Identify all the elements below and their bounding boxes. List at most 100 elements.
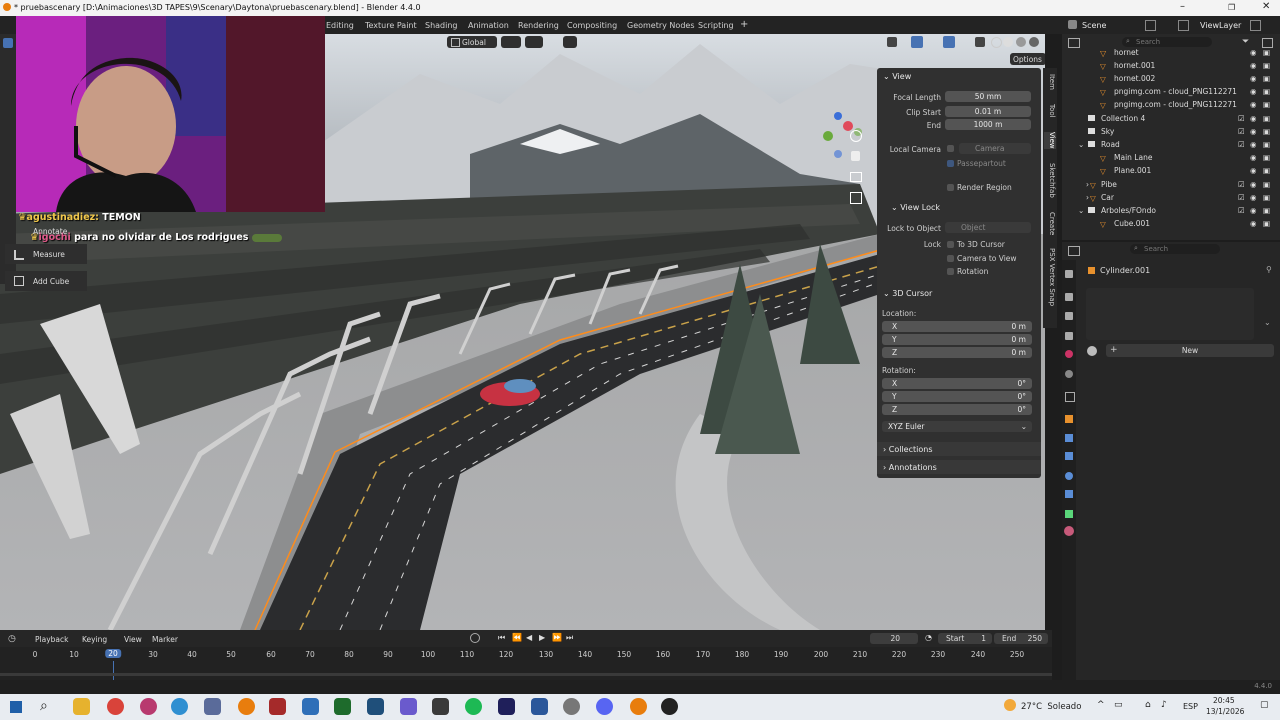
eye-icon[interactable]: ◉ xyxy=(1250,166,1257,175)
clock-date[interactable]: 13/1/2026 xyxy=(1206,707,1244,716)
clip-end-field[interactable]: 1000 m xyxy=(945,119,1031,130)
scene-name[interactable]: Scene xyxy=(1082,21,1106,30)
focal-length-field[interactable]: 50 mm xyxy=(945,91,1031,102)
file-explorer-icon[interactable] xyxy=(73,698,90,715)
tool-annotate[interactable]: Annotate xyxy=(5,221,87,241)
expand-icon[interactable]: ⌄ xyxy=(1078,206,1084,215)
end-frame-field[interactable]: End 250 xyxy=(994,633,1048,644)
word-icon[interactable] xyxy=(531,698,548,715)
camera-view-icon[interactable] xyxy=(850,172,862,182)
eye-icon[interactable]: ◉ xyxy=(1250,206,1257,215)
vim-icon[interactable] xyxy=(367,698,384,715)
unity-icon[interactable] xyxy=(432,698,449,715)
language-indicator[interactable]: ESP xyxy=(1183,702,1198,711)
tool-add-cube[interactable]: Add Cube xyxy=(5,271,87,291)
prev-keyframe-icon[interactable]: ⏪ xyxy=(512,633,522,642)
collection-tab-icon[interactable] xyxy=(1065,392,1075,402)
checkbox-icon[interactable]: ☑ xyxy=(1238,180,1245,189)
camera-icon[interactable]: ▣ xyxy=(1263,180,1270,189)
spotify-icon[interactable] xyxy=(465,698,482,715)
app-icon-2[interactable] xyxy=(400,698,417,715)
camera-to-view-checkbox[interactable] xyxy=(947,255,954,262)
camera-icon[interactable]: ▣ xyxy=(1263,153,1270,162)
checkbox-icon[interactable]: ☑ xyxy=(1238,114,1245,123)
camera-icon[interactable]: ▣ xyxy=(1263,100,1270,109)
current-frame-field[interactable]: 20 xyxy=(870,633,918,644)
reverse-play-icon[interactable]: ◀ xyxy=(526,633,532,642)
eye-icon[interactable]: ◉ xyxy=(1250,140,1257,149)
material-tab-icon[interactable] xyxy=(1064,526,1074,536)
outliner-row[interactable]: › ▽ Pibe ☑ ◉ ▣ xyxy=(1062,178,1280,191)
outliner-row[interactable]: Collection 4 ☑ ◉ ▣ xyxy=(1062,112,1280,125)
expand-icon[interactable]: › xyxy=(1086,180,1089,189)
tab-sketchfab[interactable]: Sketchfab xyxy=(1044,163,1056,198)
snap-dropdown[interactable] xyxy=(501,36,521,48)
close-icon[interactable]: ✕ xyxy=(1262,1,1270,12)
tab-compositing[interactable]: Compositing xyxy=(567,21,617,30)
new-material-button[interactable]: + New xyxy=(1106,344,1274,357)
camera-icon[interactable]: ▣ xyxy=(1263,127,1270,136)
camera-icon[interactable]: ▣ xyxy=(1263,193,1270,202)
cursor-rx-field[interactable]: X 0° xyxy=(882,378,1032,389)
output-tab-icon[interactable] xyxy=(1065,312,1073,320)
keying-menu[interactable]: Keying xyxy=(82,635,107,644)
tab-item[interactable]: Item xyxy=(1044,74,1056,90)
network-icon[interactable]: ⌂ xyxy=(1145,700,1151,710)
tab-scripting[interactable]: Scripting xyxy=(698,21,734,30)
eye-icon[interactable]: ◉ xyxy=(1250,87,1257,96)
material-shading-icon[interactable] xyxy=(1016,37,1026,47)
orientation-dropdown[interactable]: Global xyxy=(447,36,497,48)
clock-icon[interactable]: ◔ xyxy=(925,633,932,642)
list-expand-icon[interactable]: ⌄ xyxy=(1264,318,1271,327)
cursor-z-field[interactable]: Z 0 m xyxy=(882,347,1032,358)
outliner-row[interactable]: ⌄ Road ☑ ◉ ▣ xyxy=(1062,138,1280,151)
checkbox-icon[interactable]: ☑ xyxy=(1238,193,1245,202)
camera-icon[interactable]: ▣ xyxy=(1263,206,1270,215)
view-menu[interactable]: View xyxy=(124,635,142,644)
eye-icon[interactable]: ◉ xyxy=(1250,180,1257,189)
add-workspace-button[interactable]: + xyxy=(740,19,748,30)
annotations-panel-header[interactable]: › Annotations xyxy=(877,460,1041,474)
clock-time[interactable]: 20:45 xyxy=(1213,696,1235,705)
rotation-mode-dropdown[interactable]: XYZ Euler ⌄ xyxy=(882,421,1032,432)
tool-select-icon[interactable] xyxy=(3,38,13,48)
object-tab-icon[interactable] xyxy=(1065,415,1073,423)
gizmo-toggle-icon[interactable] xyxy=(911,36,923,48)
camera-icon[interactable]: ▣ xyxy=(1263,74,1270,83)
tab-rendering[interactable]: Rendering xyxy=(518,21,559,30)
next-keyframe-icon[interactable]: ⏩ xyxy=(552,633,562,642)
particles-tab-icon[interactable] xyxy=(1065,452,1073,460)
marker-menu[interactable]: Marker xyxy=(152,635,178,644)
grid-view-icon[interactable] xyxy=(850,192,862,204)
local-camera-checkbox[interactable] xyxy=(947,145,954,152)
settings-icon[interactable] xyxy=(563,698,580,715)
tab-geometry-nodes[interactable]: Geometry Nodes xyxy=(627,21,694,30)
tab-texture-paint[interactable]: Texture Paint xyxy=(365,21,417,30)
camera-icon[interactable]: ▣ xyxy=(1263,140,1270,149)
eye-icon[interactable]: ◉ xyxy=(1250,114,1257,123)
properties-editor-icon[interactable] xyxy=(1068,246,1080,256)
playback-menu[interactable]: Playback xyxy=(35,635,68,644)
maximize-icon[interactable]: ❐ xyxy=(1228,3,1235,12)
cursor-section-header[interactable]: ⌄ 3D Cursor xyxy=(883,289,932,298)
camera-field[interactable]: Camera xyxy=(959,143,1031,154)
timeline-editor-icon[interactable]: ◷ xyxy=(8,634,16,644)
xray-toggle-icon[interactable] xyxy=(975,37,985,47)
eye-icon[interactable]: ◉ xyxy=(1250,193,1257,202)
discord-icon[interactable] xyxy=(596,698,613,715)
camera-icon[interactable]: ▣ xyxy=(1263,114,1270,123)
video-app-icon[interactable] xyxy=(269,698,286,715)
eye-icon[interactable]: ◉ xyxy=(1250,61,1257,70)
tray-chevron-icon[interactable]: ^ xyxy=(1097,700,1105,710)
view-lock-header[interactable]: ⌄ View Lock xyxy=(891,203,940,212)
scene-browse-icon[interactable] xyxy=(1145,20,1156,31)
expand-icon[interactable]: › xyxy=(1086,193,1089,202)
tray-icon[interactable]: ▭ xyxy=(1114,700,1123,710)
visibility-icon[interactable] xyxy=(887,37,897,47)
tab-create[interactable]: Create xyxy=(1044,212,1056,235)
pycharm-icon[interactable] xyxy=(334,698,351,715)
pan-hand-icon[interactable] xyxy=(851,151,860,161)
weather-text[interactable]: 27°C Soleado xyxy=(1021,702,1081,712)
tab-editing[interactable]: Editing xyxy=(326,21,354,30)
data-tab-icon[interactable] xyxy=(1065,510,1073,518)
